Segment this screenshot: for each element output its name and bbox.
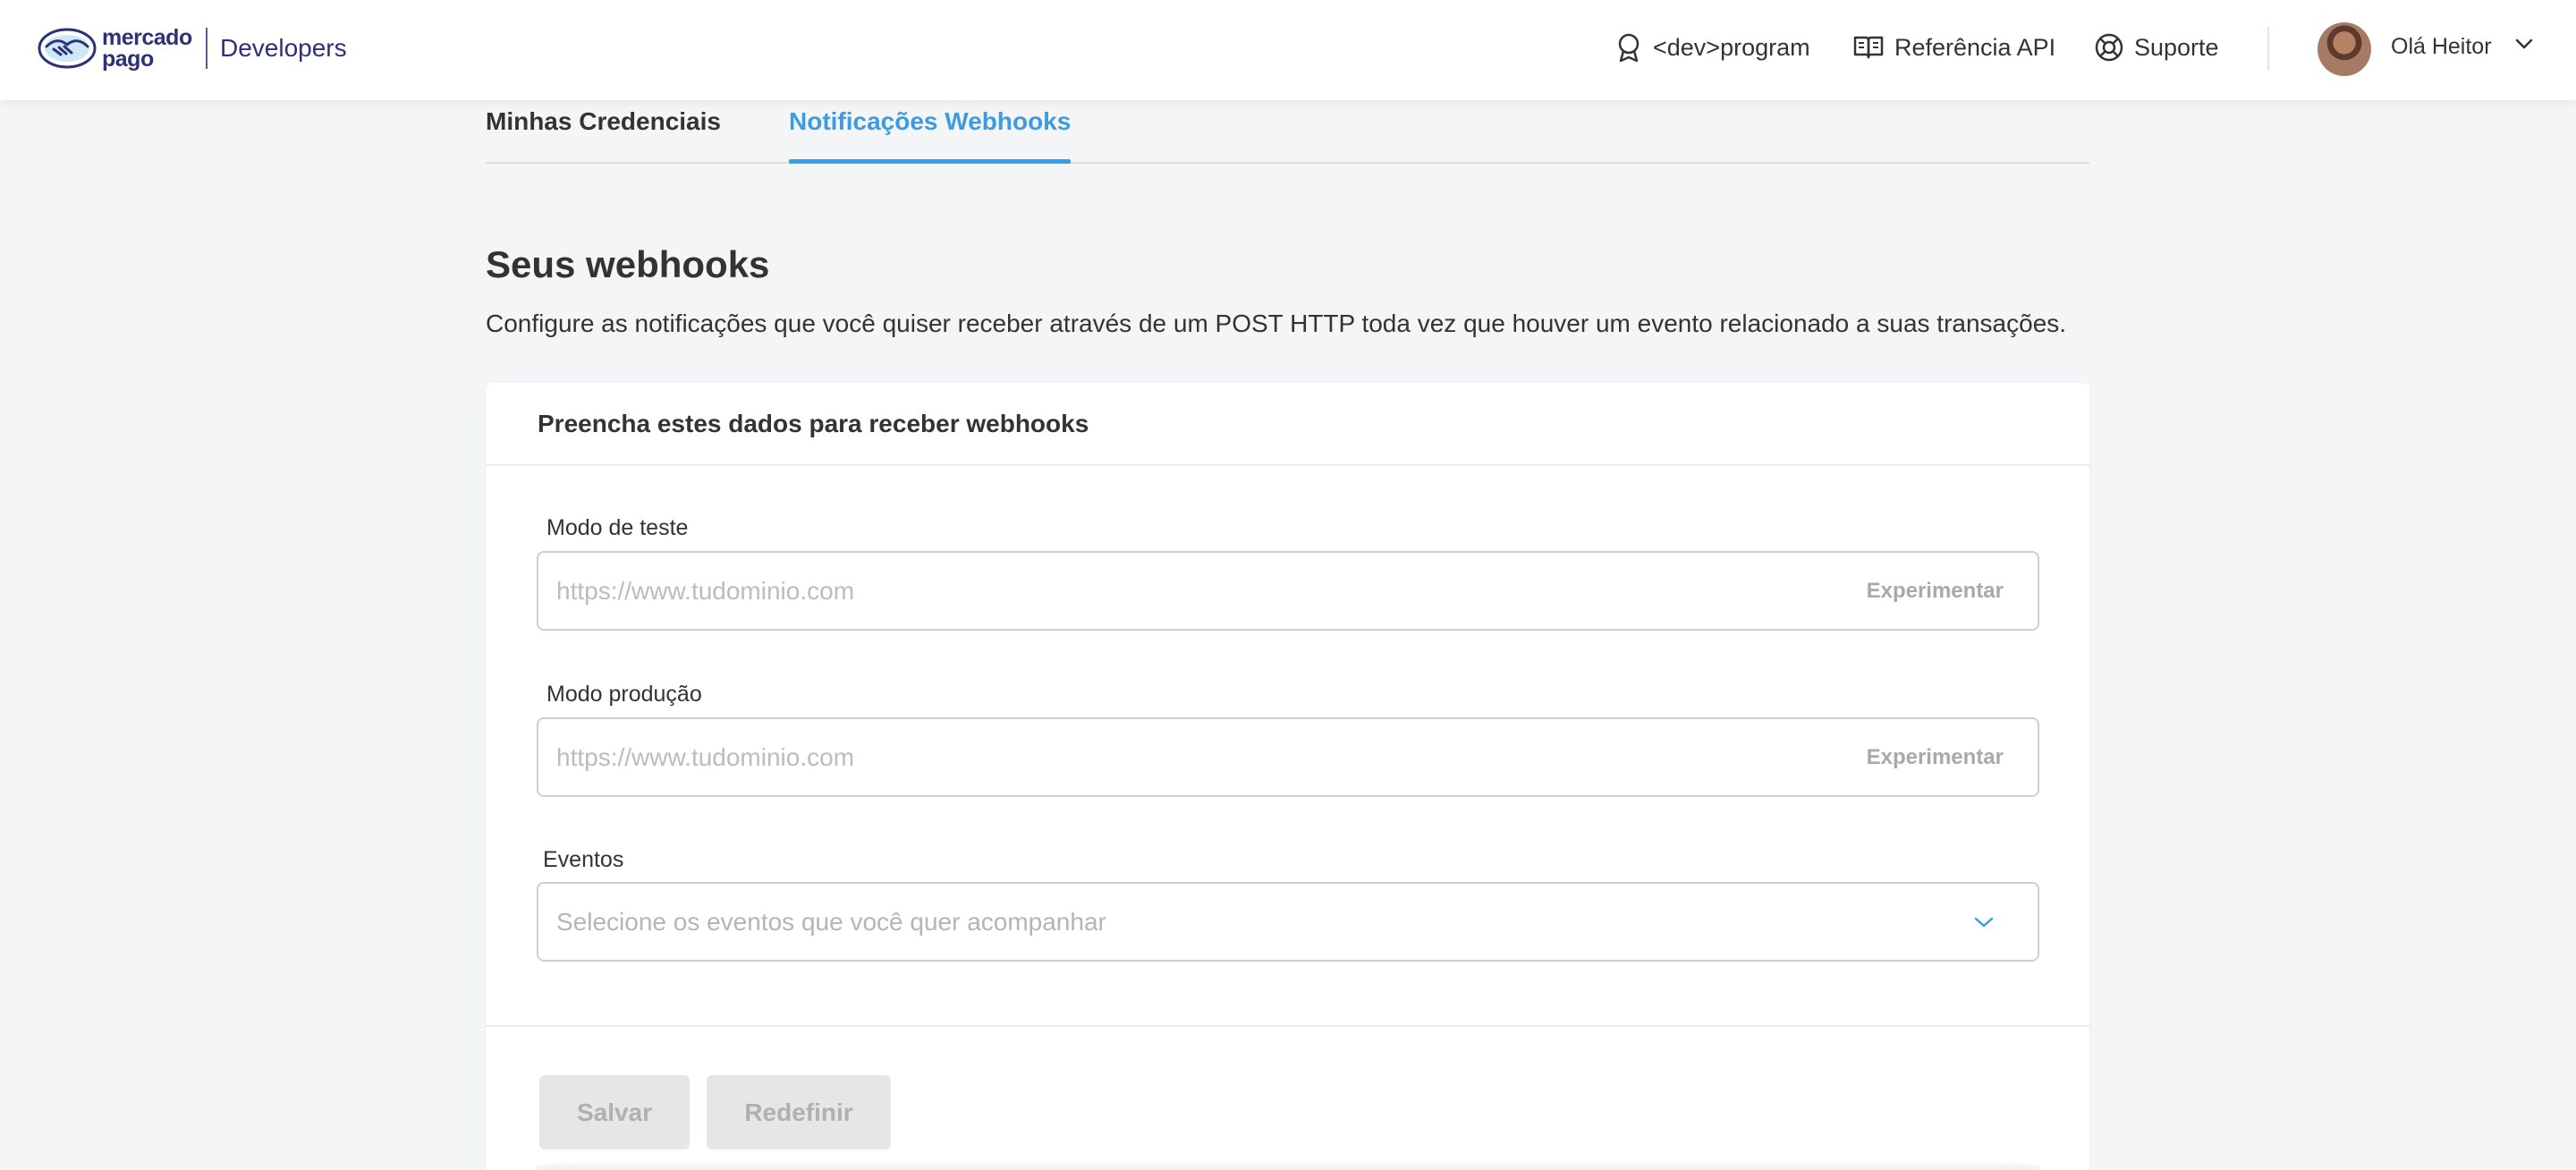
- card-title: Preencha estes dados para receber webhoo…: [538, 409, 1089, 437]
- top-navigation-bar: mercado pago Developers <dev>program Ref…: [0, 0, 2576, 100]
- avatar[interactable]: [2318, 22, 2371, 76]
- tab-bar: Minhas Credenciais Notificações Webhooks: [486, 100, 2089, 164]
- brand-separator: [206, 28, 208, 69]
- brand-product-name: Developers: [220, 34, 347, 62]
- card-header: Preencha estes dados para receber webhoo…: [486, 383, 2089, 466]
- tab-my-credentials[interactable]: Minhas Credenciais: [486, 107, 721, 153]
- nav-dev-program[interactable]: <dev>program: [1615, 30, 1810, 65]
- production-mode-url-input[interactable]: [556, 742, 1867, 772]
- production-mode-field: Experimentar: [537, 717, 2039, 797]
- user-greeting[interactable]: Olá Heitor: [2391, 34, 2492, 60]
- lifebuoy-icon: [2095, 33, 2123, 62]
- test-mode-try-button[interactable]: Experimentar: [1867, 579, 2004, 604]
- page-description: Configure as notificações que você quise…: [486, 309, 2067, 337]
- events-select-placeholder: Selecione os eventos que você quer acomp…: [556, 907, 1106, 936]
- card-footer-divider: [486, 1025, 2089, 1027]
- book-icon: [1853, 36, 1884, 59]
- test-mode-url-input[interactable]: [556, 576, 1867, 606]
- nav-divider: [2267, 27, 2269, 70]
- save-button[interactable]: Salvar: [539, 1075, 690, 1149]
- production-mode-label: Modo produção: [547, 682, 702, 707]
- test-mode-label: Modo de teste: [547, 515, 689, 540]
- events-label: Eventos: [543, 847, 624, 872]
- nav-api-reference-label: Referência API: [1894, 33, 2056, 61]
- bottom-overlay-shadow: [537, 1159, 2039, 1170]
- nav-dev-program-label: <dev>program: [1653, 33, 1810, 61]
- test-mode-field: Experimentar: [537, 551, 2039, 631]
- webhook-form-card: Preencha estes dados para receber webhoo…: [486, 383, 2089, 1170]
- brand-wordmark: mercado pago: [102, 25, 192, 72]
- nav-api-reference[interactable]: Referência API: [1853, 30, 2055, 65]
- chevron-down-icon: [1974, 917, 1994, 927]
- nav-support-label: Suporte: [2134, 33, 2219, 61]
- mercado-pago-handshake-icon: [38, 28, 97, 69]
- events-select[interactable]: Selecione os eventos que você quer acomp…: [537, 882, 2039, 962]
- production-mode-try-button[interactable]: Experimentar: [1867, 745, 2004, 770]
- badge-icon: [1618, 33, 1640, 63]
- brand-logo-link[interactable]: mercado pago Developers: [38, 25, 347, 72]
- page-title: Seus webhooks: [486, 243, 770, 285]
- tab-webhook-notifications[interactable]: Notificações Webhooks: [789, 107, 1072, 164]
- reset-button[interactable]: Redefinir: [707, 1075, 891, 1149]
- chevron-down-icon[interactable]: [2514, 38, 2534, 50]
- nav-support[interactable]: Suporte: [2095, 30, 2219, 65]
